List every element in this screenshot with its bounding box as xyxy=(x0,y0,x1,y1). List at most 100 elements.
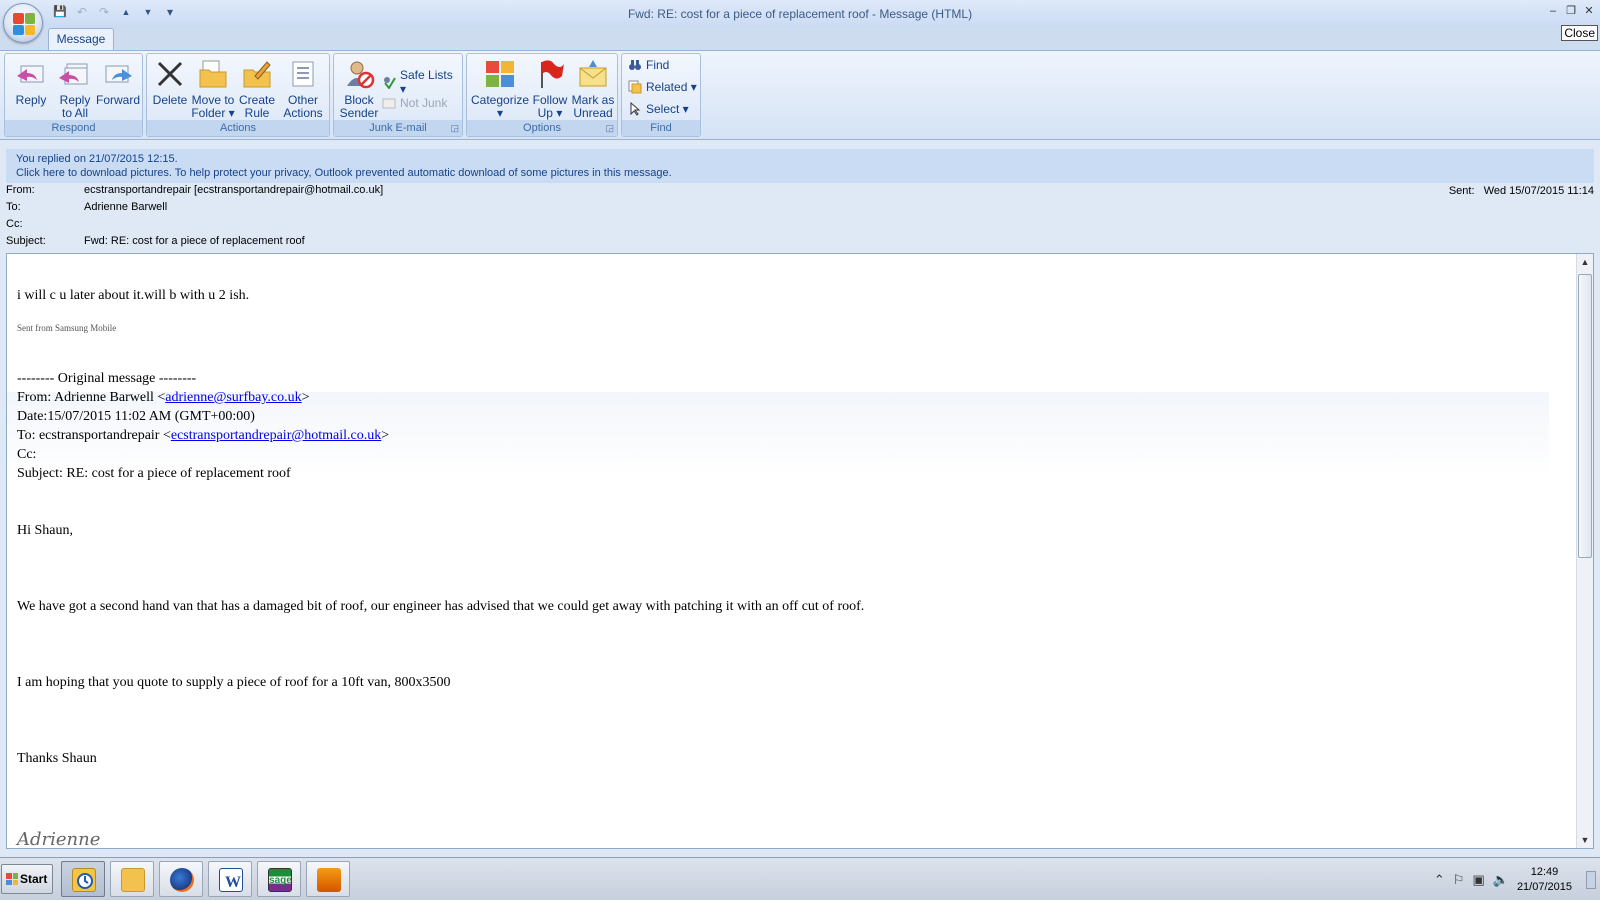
reply-all-button[interactable]: Reply to All xyxy=(53,58,97,120)
junk-email-group-label: Junk E-mail ◲ xyxy=(334,120,462,136)
move-to-folder-button[interactable]: Move to Folder ▾ xyxy=(191,58,235,120)
create-rule-label-2: Rule xyxy=(244,106,270,120)
block-sender-button[interactable]: Block Sender xyxy=(338,58,380,120)
scrollbar-thumb[interactable] xyxy=(1578,274,1592,558)
folder-explorer-icon xyxy=(121,868,145,892)
original-subject-line: Subject: RE: cost for a piece of replace… xyxy=(17,466,291,481)
original-cc-line: Cc: xyxy=(17,447,37,462)
window-controls: – ❐ ✕ xyxy=(1544,2,1598,20)
original-to-line: To: ecstransportandrepair <ecstransporta… xyxy=(17,428,389,444)
volume-icon[interactable]: 🔈 xyxy=(1493,872,1509,888)
show-desktop-icon[interactable] xyxy=(1586,870,1596,889)
options-dialog-launcher-icon[interactable]: ◲ xyxy=(605,120,614,136)
body-line-1: i will c u later about it.will b with u … xyxy=(17,288,250,303)
office-button[interactable] xyxy=(3,3,43,43)
window-title: Fwd: RE: cost for a piece of replacement… xyxy=(627,7,973,21)
mark-as-unread-button[interactable]: Mark as Unread xyxy=(571,58,615,120)
follow-up-label-2: Up ▾ xyxy=(537,106,563,120)
options-group-label: Options ◲ xyxy=(467,120,617,136)
to-value[interactable]: Adrienne Barwell xyxy=(84,201,167,213)
find-label: Find xyxy=(646,58,670,72)
reply-button[interactable]: Reply xyxy=(11,58,51,107)
respond-group-label: Respond xyxy=(5,120,142,136)
not-junk-button[interactable]: Not Junk xyxy=(382,96,447,110)
sent-info: Sent: Wed 15/07/2015 11:14 xyxy=(1449,185,1594,197)
not-junk-label: Not Junk xyxy=(400,96,448,110)
scroll-down-arrow-icon[interactable]: ▼ xyxy=(1577,832,1593,848)
original-from-suffix: > xyxy=(301,390,310,405)
from-row: From: ecstransportandrepair [ecstransport… xyxy=(6,182,383,198)
categorize-icon xyxy=(484,58,516,90)
action-center-flag-icon[interactable]: ⚐ xyxy=(1453,872,1465,888)
original-date-line: Date:15/07/2015 11:02 AM (GMT+00:00) xyxy=(17,409,255,424)
start-button[interactable]: Start xyxy=(1,864,53,894)
related-label: Related ▾ xyxy=(646,80,697,94)
cc-label: Cc: xyxy=(6,218,23,230)
close-button[interactable]: ✕ xyxy=(1580,2,1598,20)
subject-value: Fwd: RE: cost for a piece of replacement… xyxy=(84,235,305,247)
message-header: From: ecstransportandrepair [ecstransport… xyxy=(0,183,1600,253)
categorize-button[interactable]: Categorize ▾ xyxy=(471,58,529,120)
close-tooltip: Close xyxy=(1561,25,1598,41)
actions-group-label: Actions xyxy=(147,120,329,136)
original-message-separator: -------- Original message -------- xyxy=(17,371,197,386)
taskbar-firefox[interactable] xyxy=(159,861,203,897)
delete-label: Delete xyxy=(152,93,188,107)
minimize-button[interactable]: – xyxy=(1544,2,1562,20)
scroll-up-arrow-icon[interactable]: ▲ xyxy=(1577,254,1593,270)
network-icon[interactable]: ▣ xyxy=(1472,872,1484,888)
original-from-prefix: From: Adrienne Barwell < xyxy=(17,390,166,405)
find-button[interactable]: Find xyxy=(628,58,669,72)
select-button[interactable]: Select ▾ xyxy=(628,101,689,116)
mark-unread-icon xyxy=(577,58,609,90)
vertical-scrollbar[interactable]: ▲ ▼ xyxy=(1576,254,1593,848)
taskbar-sage[interactable]: sage xyxy=(257,861,301,897)
to-label: To: xyxy=(6,201,21,213)
create-rule-button[interactable]: Create Rule xyxy=(237,58,277,120)
original-from-line: From: Adrienne Barwell <adrienne@surfbay… xyxy=(17,390,310,406)
taskbar-explorer[interactable] xyxy=(110,861,154,897)
delete-button[interactable]: Delete xyxy=(151,58,189,107)
categorize-dropdown: ▾ xyxy=(496,106,504,120)
subject-row: Subject: Fwd: RE: cost for a piece of rep… xyxy=(6,233,305,249)
tab-message[interactable]: Message xyxy=(48,28,114,50)
from-value[interactable]: ecstransportandrepair [ecstransportandre… xyxy=(84,184,383,196)
not-junk-icon xyxy=(382,96,396,110)
clock[interactable]: 12:49 21/07/2015 xyxy=(1517,865,1572,895)
restore-button[interactable]: ❐ xyxy=(1562,2,1580,20)
outlook-icon xyxy=(72,868,96,892)
block-sender-icon xyxy=(343,58,375,90)
contacts-icon xyxy=(317,868,341,892)
original-to-suffix: > xyxy=(381,428,390,443)
taskbar-contacts[interactable] xyxy=(306,861,350,897)
related-button[interactable]: Related ▾ xyxy=(628,80,697,94)
show-hidden-icons-icon[interactable]: ⌃ xyxy=(1434,872,1445,888)
respond-group: Reply Reply to All Forward Respond xyxy=(4,53,143,137)
move-to-folder-label-2: Folder ▾ xyxy=(191,106,235,120)
block-sender-label-2: Sender xyxy=(339,106,379,120)
message-body[interactable]: i will c u later about it.will b with u … xyxy=(6,253,1594,849)
options-label-text: Options xyxy=(523,122,561,134)
safe-lists-icon xyxy=(382,75,396,90)
clock-time: 12:49 xyxy=(1530,865,1559,878)
find-group: Find Related ▾ Select ▾ Find xyxy=(621,53,701,137)
forward-button[interactable]: Forward xyxy=(95,58,141,107)
to-row: To: Adrienne Barwell xyxy=(6,199,167,215)
follow-up-button[interactable]: Follow Up ▾ xyxy=(529,58,571,120)
taskbar-outlook[interactable] xyxy=(61,861,105,897)
sent-from-line: Sent from Samsung Mobile xyxy=(17,323,117,333)
original-from-email-link[interactable]: adrienne@surfbay.co.uk xyxy=(165,390,301,405)
svg-text:W: W xyxy=(225,874,241,891)
reply-all-label-2: to All xyxy=(61,106,88,120)
dialog-launcher-icon[interactable]: ◲ xyxy=(450,120,459,136)
title-bar: 💾 ↶ ↷ ▲ ▼ ▾ Fwd: RE: cost for a piece of… xyxy=(0,0,1600,28)
taskbar: Start W sage ⌃ ⚐ ▣ 🔈 12:49 21/07/2015 xyxy=(0,857,1600,900)
taskbar-word[interactable]: W xyxy=(208,861,252,897)
download-pictures-notice[interactable]: Click here to download pictures. To help… xyxy=(16,166,1584,180)
binoculars-icon xyxy=(628,58,642,72)
original-to-email-link[interactable]: ecstransportandrepair@hotmail.co.uk xyxy=(171,428,381,443)
paragraph-2: I am hoping that you quote to supply a p… xyxy=(17,675,451,690)
safe-lists-button[interactable]: Safe Lists ▾ xyxy=(382,68,462,96)
info-bar[interactable]: You replied on 21/07/2015 12:15. Click h… xyxy=(6,149,1594,183)
sent-value: Wed 15/07/2015 11:14 xyxy=(1483,185,1594,197)
